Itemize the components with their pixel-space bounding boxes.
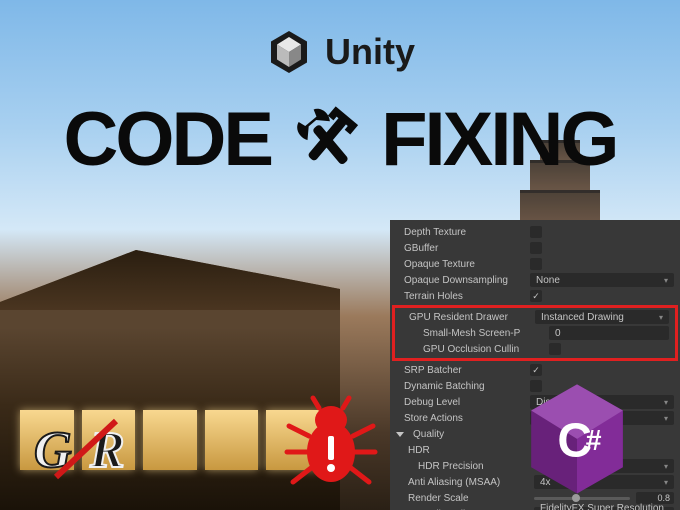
- property-label: GPU Resident Drawer: [409, 312, 529, 323]
- inspector-row: SRP Batcher ✓: [390, 362, 680, 378]
- inspector-row: Upscaling FilterFidelityFX Super Resolut…: [390, 506, 680, 510]
- property-label: Dynamic Batching: [404, 381, 524, 392]
- property-label: Store Actions: [404, 413, 524, 424]
- inspector-row: Terrain Holes ✓: [390, 288, 680, 304]
- inspector-row: GBuffer: [390, 240, 680, 256]
- checkbox[interactable]: [530, 258, 542, 270]
- property-label: Opaque Downsampling: [404, 275, 524, 286]
- csharp-logo-icon: C #: [522, 380, 632, 500]
- property-label: Opaque Texture: [404, 259, 524, 270]
- checkbox[interactable]: ✓: [530, 364, 542, 376]
- svg-text:#: #: [586, 425, 602, 457]
- property-label: Terrain Holes: [404, 291, 524, 302]
- quality-label: Quality: [413, 429, 444, 440]
- title-word-fixing: FIXING: [381, 96, 616, 183]
- bug-icon: [276, 394, 386, 494]
- checkbox[interactable]: [549, 343, 561, 355]
- text-field[interactable]: 0: [549, 326, 669, 340]
- unity-logo-icon: [265, 28, 313, 76]
- gr-logo: G R: [34, 415, 144, 490]
- expand-arrow-icon: [396, 432, 404, 437]
- checkbox[interactable]: ✓: [530, 290, 542, 302]
- property-label: Small-Mesh Screen-P: [423, 328, 543, 339]
- property-label: Anti Aliasing (MSAA): [408, 477, 528, 488]
- property-label: Debug Level: [404, 397, 524, 408]
- dropdown[interactable]: Instanced Drawing: [535, 310, 669, 324]
- property-label: SRP Batcher: [404, 365, 524, 376]
- main-title: CODE FIXING: [64, 96, 617, 183]
- property-label: Depth Texture: [404, 227, 524, 238]
- highlighted-settings: GPU Resident DrawerInstanced DrawingSmal…: [392, 305, 678, 361]
- property-label: HDR Precision: [418, 461, 538, 472]
- property-label: Render Scale: [408, 493, 528, 504]
- property-label: GPU Occlusion Cullin: [423, 344, 543, 355]
- inspector-row: Opaque Downsampling None: [390, 272, 680, 288]
- inspector-row: GPU Occlusion Cullin: [395, 341, 675, 357]
- dropdown[interactable]: None: [530, 273, 674, 287]
- wrench-hammer-icon: [287, 101, 365, 179]
- inspector-row: Opaque Texture: [390, 256, 680, 272]
- inspector-row: Depth Texture: [390, 224, 680, 240]
- checkbox[interactable]: [530, 242, 542, 254]
- title-word-code: CODE: [64, 96, 272, 183]
- property-label: HDR: [408, 445, 528, 456]
- unity-header: Unity: [265, 28, 415, 76]
- unity-brand-text: Unity: [325, 31, 415, 73]
- inspector-row: Small-Mesh Screen-P 0: [395, 325, 675, 341]
- property-label: GBuffer: [404, 243, 524, 254]
- inspector-row: GPU Resident Drawer Instanced Drawing: [395, 309, 675, 325]
- checkbox[interactable]: [530, 226, 542, 238]
